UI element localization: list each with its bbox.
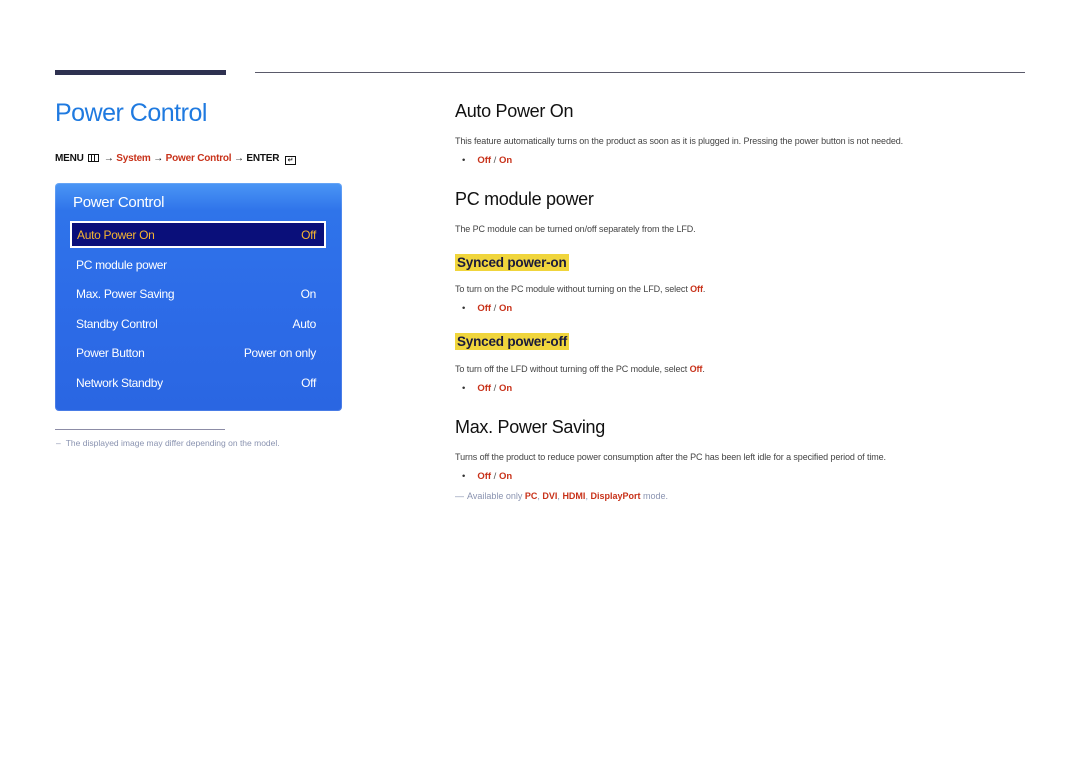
bullet-icon: •	[462, 155, 466, 166]
option-list-max-power-saving: • Off / On	[462, 471, 512, 482]
osd-item-standby-control[interactable]: Standby Control Auto	[70, 311, 326, 338]
option-separator: /	[491, 383, 499, 394]
section-desc-max-power-saving: Turns off the product to reduce power co…	[455, 452, 886, 462]
subsection-heading-synced-power-off: Synced power-off	[455, 333, 570, 350]
note-dash: —	[455, 491, 464, 501]
osd-item-value: Power on only	[243, 346, 316, 360]
breadcrumb: MENU → System → Power Control → ENTER ↵	[55, 153, 296, 165]
mode-hdmi: HDMI	[562, 491, 586, 501]
osd-title: Power Control	[73, 194, 165, 211]
breadcrumb-system: System	[116, 153, 151, 164]
option-list-synced-power-on: • Off / On	[462, 303, 512, 314]
breadcrumb-arrow: →	[153, 153, 164, 164]
option-on: On	[498, 471, 513, 482]
footnote-divider	[55, 429, 225, 430]
subsection-desc-synced-power-on: To turn on the PC module without turning…	[455, 284, 705, 294]
osd-item-value: On	[300, 287, 317, 301]
mode-pc: PC	[524, 491, 538, 501]
option-on: On	[498, 303, 513, 314]
option-off: Off	[477, 383, 492, 394]
osd-menu-panel: Power Control Auto Power On Off PC modul…	[55, 183, 342, 411]
option-off: Off	[477, 303, 492, 314]
subsection-heading-synced-power-on: Synced power-on	[455, 254, 569, 271]
bullet-icon: •	[462, 471, 466, 482]
option-off: Off	[477, 155, 492, 166]
osd-item-label: Standby Control	[76, 317, 158, 331]
desc-value: Off	[690, 284, 703, 294]
breadcrumb-menu: MENU	[55, 153, 84, 164]
note-suffix: mode.	[640, 491, 668, 501]
desc-end: .	[702, 284, 706, 294]
breadcrumb-arrow: →	[233, 153, 244, 164]
section-heading-auto-power-on: Auto Power On	[455, 101, 574, 121]
osd-item-label: PC module power	[76, 258, 167, 272]
osd-item-max-power-saving[interactable]: Max. Power Saving On	[70, 281, 326, 308]
osd-item-value: Auto	[292, 317, 317, 331]
breadcrumb-enter: ENTER	[246, 153, 280, 164]
footnote-text: The displayed image may differ depending…	[65, 438, 280, 448]
osd-item-power-button[interactable]: Power Button Power on only	[70, 340, 326, 367]
mode-displayport: DisplayPort	[590, 491, 641, 501]
bullet-icon: •	[462, 303, 466, 314]
page-title: Power Control	[55, 99, 207, 127]
breadcrumb-arrow: →	[103, 153, 114, 164]
option-separator: /	[491, 155, 499, 166]
option-list-synced-power-off: • Off / On	[462, 383, 512, 394]
osd-item-pc-module-power[interactable]: PC module power	[70, 252, 326, 279]
desc-value: Off	[689, 364, 703, 374]
desc-text: To turn off the LFD without turning off …	[455, 364, 690, 374]
menu-icon	[88, 154, 100, 162]
subsection-desc-synced-power-off: To turn off the LFD without turning off …	[455, 364, 705, 374]
header-rule-thin	[255, 72, 1025, 73]
osd-item-label: Network Standby	[76, 376, 163, 390]
section-desc-auto-power-on: This feature automatically turns on the …	[455, 136, 904, 146]
osd-item-label: Power Button	[76, 346, 145, 360]
enter-icon: ↵	[284, 156, 296, 165]
osd-item-auto-power-on[interactable]: Auto Power On Off	[70, 221, 326, 248]
osd-item-label: Auto Power On	[77, 228, 155, 242]
option-separator: /	[491, 471, 499, 482]
osd-item-network-standby[interactable]: Network Standby Off	[70, 370, 326, 397]
osd-item-value: Off	[301, 376, 316, 390]
breadcrumb-power-control: Power Control	[165, 153, 232, 164]
desc-end: .	[702, 364, 705, 374]
option-on: On	[498, 383, 513, 394]
bullet-icon: •	[462, 383, 466, 394]
desc-text: To turn on the PC module without turning…	[455, 284, 691, 294]
mode-dvi: DVI	[542, 491, 558, 501]
section-heading-max-power-saving: Max. Power Saving	[455, 417, 605, 437]
option-on: On	[498, 155, 513, 166]
section-heading-pc-module-power: PC module power	[455, 189, 594, 209]
option-separator: /	[491, 303, 499, 314]
section-desc-pc-module-power: The PC module can be turned on/off separ…	[455, 224, 696, 234]
note-prefix: Available only	[467, 491, 525, 501]
footnote: – The displayed image may differ dependin…	[56, 438, 280, 448]
footnote-dash: –	[56, 438, 61, 448]
option-list-auto-power-on: • Off / On	[462, 155, 512, 166]
header-rule-thick	[55, 70, 226, 75]
note-available-modes: — Available only PC, DVI, HDMI, DisplayPo…	[455, 491, 668, 501]
osd-item-value: Off	[301, 228, 316, 242]
option-off: Off	[477, 471, 492, 482]
osd-item-label: Max. Power Saving	[76, 287, 175, 301]
